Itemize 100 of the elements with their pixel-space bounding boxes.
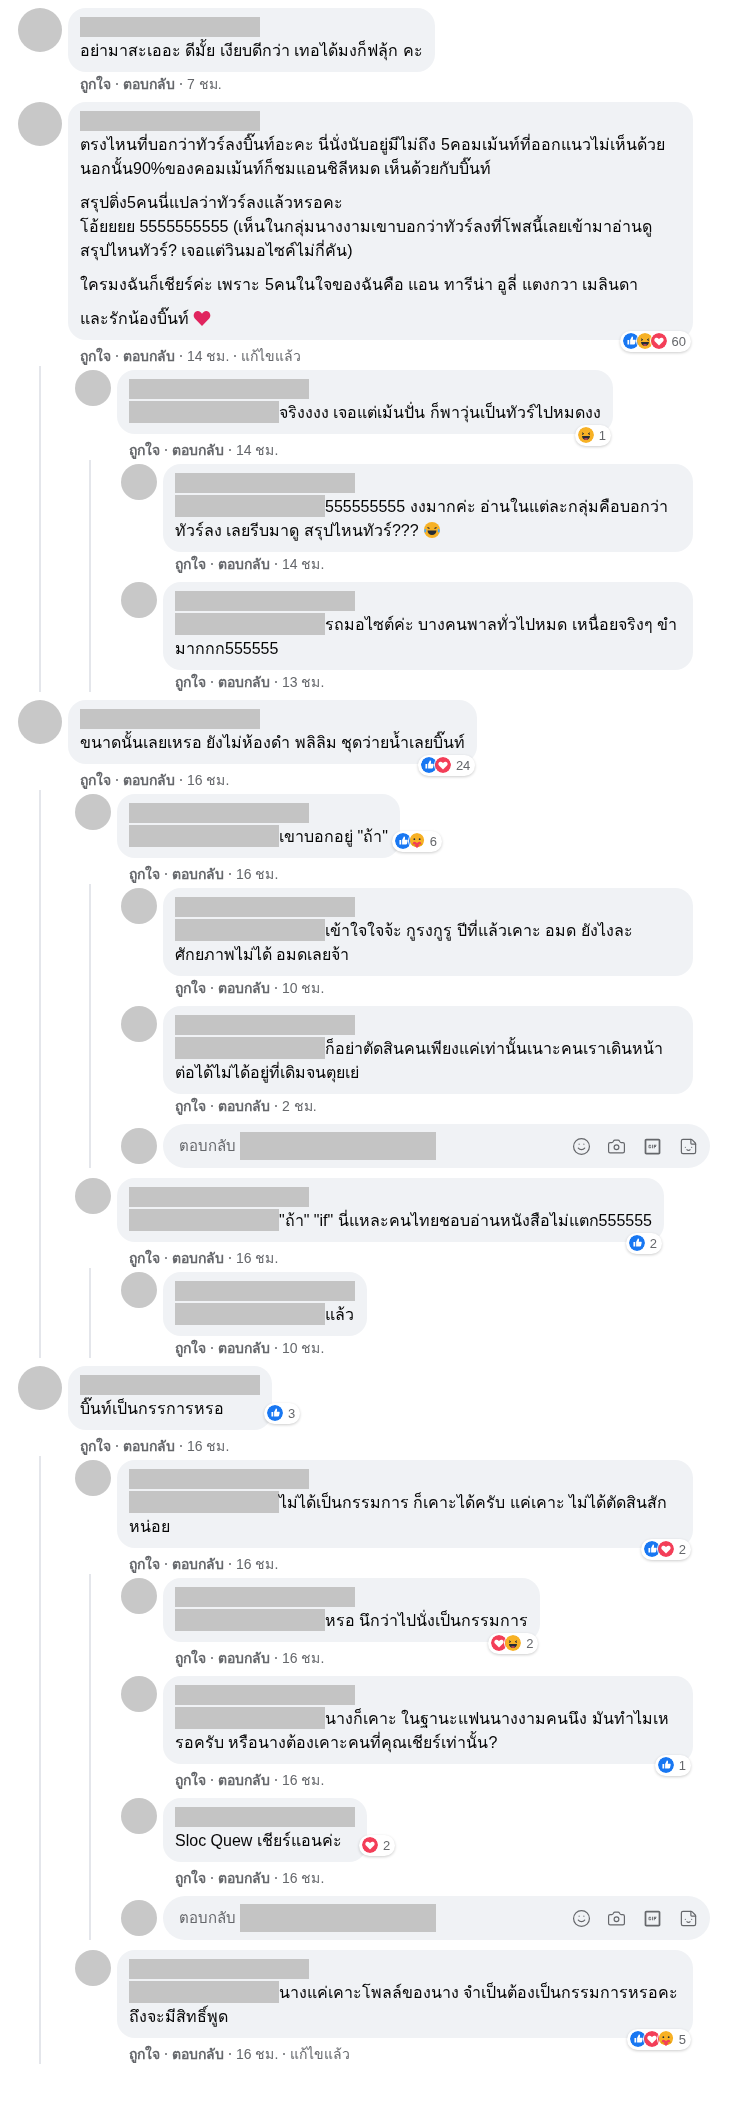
timestamp[interactable]: 14 ชม. — [236, 440, 279, 460]
timestamp[interactable]: 16 ชม. — [236, 2044, 279, 2064]
like-link[interactable]: ถูกใจ — [175, 1096, 206, 1116]
timestamp[interactable]: 16 ชม. — [187, 770, 230, 790]
reply-link[interactable]: ตอบกลับ — [218, 1338, 270, 1358]
timestamp[interactable]: 10 ชม. — [282, 1338, 325, 1358]
reaction-badge[interactable]: 5 — [626, 2028, 691, 2050]
reaction-badge[interactable]: 2 — [359, 1834, 396, 1856]
timestamp[interactable]: 14 ชม. — [282, 554, 325, 574]
reaction-badge[interactable]: 6 — [391, 830, 443, 852]
avatar[interactable] — [121, 464, 157, 500]
timestamp[interactable]: 2 ชม. — [282, 1096, 317, 1116]
timestamp[interactable]: 13 ชม. — [282, 672, 325, 692]
comment-text: Sloc Quew เชียร์แอนค่ะ — [175, 1832, 342, 1849]
reply-link[interactable]: ตอบกลับ — [218, 1648, 270, 1668]
like-link[interactable]: ถูกใจ — [80, 74, 111, 94]
emoji-icon[interactable] — [572, 1908, 591, 1928]
timestamp[interactable]: 7 ชม. — [187, 74, 222, 94]
avatar[interactable] — [121, 1578, 157, 1614]
reply-link[interactable]: ตอบกลับ — [123, 1436, 175, 1456]
avatar[interactable] — [18, 700, 62, 744]
reply-link[interactable]: ตอบกลับ — [218, 672, 270, 692]
reaction-badge[interactable]: 3 — [264, 1402, 301, 1424]
timestamp[interactable]: 10 ชม. — [282, 978, 325, 998]
avatar[interactable] — [121, 1128, 157, 1164]
like-link[interactable]: ถูกใจ — [175, 1770, 206, 1790]
reaction-count: 24 — [455, 756, 471, 775]
avatar[interactable] — [18, 102, 62, 146]
reply-link[interactable]: ตอบกลับ — [172, 864, 224, 884]
reply-link[interactable]: ตอบกลับ — [172, 440, 224, 460]
reply-link[interactable]: ตอบกลับ — [218, 1868, 270, 1888]
avatar[interactable] — [75, 794, 111, 830]
avatar[interactable] — [121, 1798, 157, 1834]
avatar[interactable] — [121, 582, 157, 618]
like-link[interactable]: ถูกใจ — [129, 1248, 160, 1268]
comment-text: จริงงงง เจอแต่เม้นปั่น ก็พาวุ่นเป็นทัวร์ไปหมดงง — [279, 404, 601, 421]
reply-link[interactable]: ตอบกลับ — [172, 1554, 224, 1574]
timestamp[interactable]: 16 ชม. — [236, 1248, 279, 1268]
reply-field[interactable]: ตอบกลับ — [163, 1896, 710, 1940]
reply-link[interactable]: ตอบกลับ — [218, 978, 270, 998]
reply-link[interactable]: ตอบกลับ — [218, 554, 270, 574]
reply-link[interactable]: ตอบกลับ — [123, 346, 175, 366]
comment-text: ใครมงฉันก็เชียร์ค่ะ เพราะ 5คนในใจของฉันคือ แอน ทารีน่า อูลี่ แตงกวา เมลินดา — [80, 276, 638, 293]
like-link[interactable]: ถูกใจ — [175, 978, 206, 998]
comment-text: แล้ว — [325, 1306, 354, 1323]
like-link[interactable]: ถูกใจ — [80, 1436, 111, 1456]
comment-text: หรอ นึกว่าไปนั่งเป็นกรรมการ — [325, 1612, 529, 1629]
reaction-badge[interactable]: 60 — [619, 330, 691, 352]
avatar[interactable] — [18, 1366, 62, 1410]
like-link[interactable]: ถูกใจ — [129, 1554, 160, 1574]
reaction-badge[interactable]: 2 — [625, 1232, 662, 1254]
like-link[interactable]: ถูกใจ — [129, 2044, 160, 2064]
reaction-badge[interactable]: 24 — [417, 754, 476, 776]
reply-link[interactable]: ตอบกลับ — [218, 1770, 270, 1790]
timestamp[interactable]: 16 ชม. — [187, 1436, 230, 1456]
reaction-count: 6 — [429, 832, 438, 851]
like-link[interactable]: ถูกใจ — [175, 1648, 206, 1668]
like-link[interactable]: ถูกใจ — [80, 770, 111, 790]
timestamp[interactable]: 16 ชม. — [236, 864, 279, 884]
reaction-count: 60 — [671, 332, 686, 351]
reply-link[interactable]: ตอบกลับ — [172, 1248, 224, 1268]
comment-text: เขาบอกอยู่ "ถ้า" — [279, 828, 388, 845]
timestamp[interactable]: 14 ชม. — [187, 346, 230, 366]
like-link[interactable]: ถูกใจ — [175, 1338, 206, 1358]
comment-text: สรุปติ่ง5คนนี่แปลว่าทัวร์ลงแล้วหรอคะ โอ้ยยยย 5555555555 (เห็นในกลุ่มนางงามเขาบอกว่าทัวร์ลงที่โพสนี้เลยเข้ามาอ่านดู สรุปไหนทัวร์? เจอแต่วินมอไซค์ไม่กี่คัน) — [80, 194, 653, 259]
reply-field[interactable]: ตอบกลับ — [163, 1124, 710, 1168]
avatar[interactable] — [75, 1460, 111, 1496]
avatar[interactable] — [121, 888, 157, 924]
like-link[interactable]: ถูกใจ — [80, 346, 111, 366]
reaction-badge[interactable]: 2 — [488, 1632, 539, 1654]
avatar[interactable] — [121, 1006, 157, 1042]
reaction-badge[interactable]: 2 — [640, 1538, 691, 1560]
reply-link[interactable]: ตอบกลับ — [218, 1096, 270, 1116]
reaction-count: 5 — [678, 2030, 686, 2049]
timestamp[interactable]: 16 ชม. — [282, 1648, 325, 1668]
like-link[interactable]: ถูกใจ — [175, 672, 206, 692]
avatar[interactable] — [121, 1900, 157, 1936]
sticker-icon[interactable] — [679, 1908, 698, 1928]
timestamp[interactable]: 16 ชม. — [282, 1868, 325, 1888]
avatar[interactable] — [75, 1950, 111, 1986]
reaction-badge[interactable]: 1 — [574, 424, 611, 446]
reaction-badge[interactable]: 1 — [654, 1754, 691, 1776]
sticker-icon[interactable] — [679, 1136, 698, 1156]
avatar[interactable] — [75, 370, 111, 406]
reaction-count: 1 — [678, 1756, 686, 1775]
avatar[interactable] — [121, 1272, 157, 1308]
avatar[interactable] — [121, 1676, 157, 1712]
reaction-count: 2 — [678, 1540, 686, 1559]
avatar[interactable] — [75, 1178, 111, 1214]
like-link[interactable]: ถูกใจ — [175, 554, 206, 574]
avatar[interactable] — [18, 8, 62, 52]
like-link[interactable]: ถูกใจ — [129, 440, 160, 460]
timestamp[interactable]: 16 ชม. — [282, 1770, 325, 1790]
timestamp[interactable]: 16 ชม. — [236, 1554, 279, 1574]
reply-link[interactable]: ตอบกลับ — [123, 770, 175, 790]
reply-link[interactable]: ตอบกลับ — [172, 2044, 224, 2064]
emoji-icon[interactable] — [572, 1136, 591, 1156]
like-link[interactable]: ถูกใจ — [129, 864, 160, 884]
like-link[interactable]: ถูกใจ — [175, 1868, 206, 1888]
reply-link[interactable]: ตอบกลับ — [123, 74, 175, 94]
